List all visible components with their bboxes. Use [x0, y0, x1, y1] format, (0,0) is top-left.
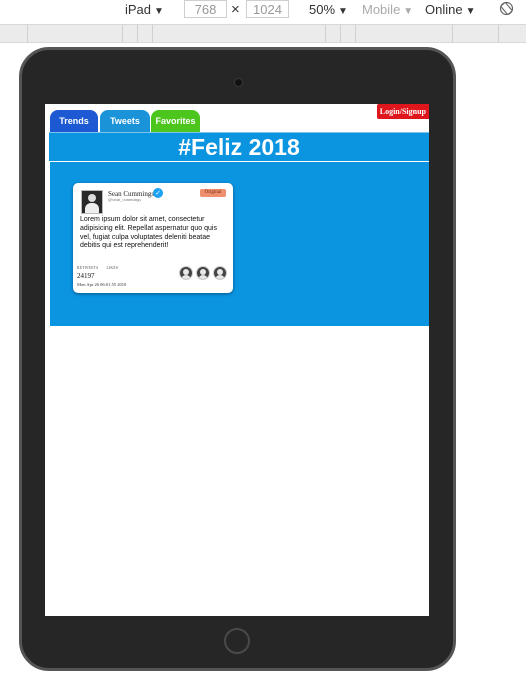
mode-label: Mobile [362, 2, 401, 17]
camera-icon [234, 78, 243, 87]
mode-select[interactable]: Mobile ▼ [362, 2, 413, 17]
tweet-text: Lorem ipsum dolor sit amet, consectetur … [80, 216, 217, 250]
avatar[interactable] [81, 190, 103, 214]
avatar[interactable] [213, 266, 227, 280]
tab-trends[interactable]: Trends [50, 110, 98, 132]
tweet-stat-labels: RETWEETS LIKES [77, 266, 126, 270]
retweets-label: RETWEETS [77, 266, 99, 270]
tab-tweets[interactable]: Tweets [100, 110, 150, 132]
tweets-panel: Sean Cummings ✓ @sean_cummings Original … [50, 161, 429, 326]
chevron-down-icon: ▼ [465, 6, 476, 17]
chevron-down-icon: ▼ [338, 6, 348, 17]
media-query-ruler[interactable] [0, 24, 526, 43]
retweet-count: 24197 [77, 272, 95, 280]
network-select[interactable]: Online ▼ [425, 2, 475, 17]
tweet-timestamp: Mon Apr 26 06:01:55 2010 [77, 282, 127, 287]
tweet-card[interactable]: Sean Cummings ✓ @sean_cummings Original … [73, 183, 233, 293]
likes-label: LIKES [106, 266, 119, 270]
device-screen: Login/Signup Trends Tweets Favorites #Fe… [45, 104, 429, 616]
login-signup-button[interactable]: Login/Signup [376, 104, 429, 119]
tweet-author-handle[interactable]: @sean_cummings [108, 197, 141, 202]
page-title: #Feliz 2018 [49, 132, 429, 161]
original-badge: Original [200, 189, 226, 197]
device-label: iPad [125, 2, 152, 17]
dimension-separator: × [231, 1, 240, 18]
height-input[interactable]: 1024 [246, 0, 289, 18]
zoom-label: 50% [309, 2, 336, 17]
avatar[interactable] [179, 266, 193, 280]
chevron-down-icon: ▼ [403, 6, 414, 17]
verified-icon: ✓ [153, 188, 163, 198]
devtools-toolbar: iPad ▼ 768 × 1024 50% ▼ Mobile ▼ Online ▼ [0, 0, 526, 20]
device-select[interactable]: iPad ▼ [125, 2, 164, 17]
rotate-icon[interactable] [499, 1, 514, 16]
tab-favorites[interactable]: Favorites [151, 110, 200, 132]
zoom-select[interactable]: 50% ▼ [309, 2, 348, 17]
avatar[interactable] [196, 266, 210, 280]
chevron-down-icon: ▼ [154, 6, 164, 17]
home-button[interactable] [224, 628, 250, 654]
network-label: Online [425, 2, 463, 17]
width-input[interactable]: 768 [184, 0, 227, 18]
